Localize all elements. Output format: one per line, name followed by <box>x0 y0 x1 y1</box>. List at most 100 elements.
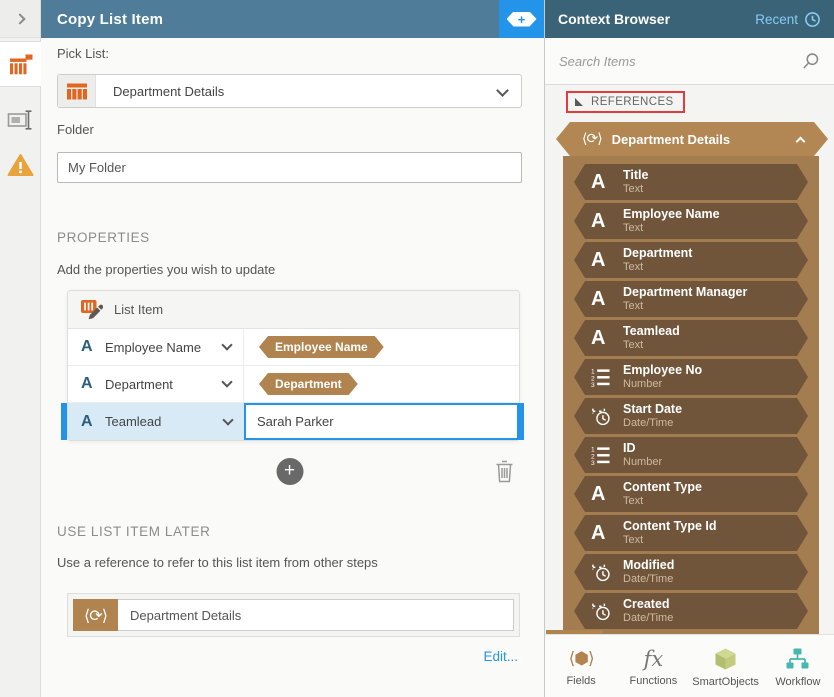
text-icon: A <box>81 338 95 356</box>
tab-label: Fields <box>566 675 595 687</box>
panel-title: Copy List Item <box>57 11 163 28</box>
reference-field-item[interactable]: Modified Date/Time <box>574 554 808 590</box>
field-type: Number <box>623 456 662 469</box>
text-icon: A <box>591 210 623 233</box>
sidebar-tab-warnings[interactable] <box>0 153 40 177</box>
property-selector[interactable]: A Department <box>68 366 244 402</box>
text-icon: A <box>591 249 623 272</box>
property-value-input[interactable] <box>244 403 519 440</box>
list-edit-icon <box>80 299 103 320</box>
property-row: A Employee Name Employee Name <box>68 329 519 366</box>
scrollbar-thumb[interactable] <box>546 630 603 634</box>
field-type: Date/Time <box>623 417 682 430</box>
text-icon: A <box>591 288 623 311</box>
search-input[interactable] <box>559 54 802 69</box>
pick-list-value: Department Details <box>96 84 498 99</box>
sidebar-tab-list-item-step[interactable] <box>0 41 41 87</box>
trash-icon <box>495 460 514 483</box>
field-name: Employee Name <box>623 207 720 221</box>
tab-functions[interactable]: fx Functions <box>617 635 689 697</box>
chevron-down-icon <box>222 414 233 425</box>
field-name: Department Manager <box>623 285 747 299</box>
reference-field-item[interactable]: A Department Manager Text <box>574 281 808 317</box>
warning-icon <box>7 153 34 177</box>
field-name: Modified <box>623 558 674 572</box>
workflow-icon <box>785 647 810 671</box>
reference-field-item[interactable]: A Teamlead Text <box>574 320 808 356</box>
collapse-panel-button[interactable] <box>0 0 40 38</box>
datetime-icon <box>591 406 623 427</box>
tab-workflow[interactable]: Workflow <box>762 635 834 697</box>
tab-smartobjects[interactable]: SmartObjects <box>690 635 762 697</box>
search-icon[interactable] <box>802 52 820 70</box>
references-section-toggle[interactable]: REFERENCES <box>566 91 685 113</box>
pick-list-dropdown[interactable]: Department Details <box>57 74 522 108</box>
context-browser-panel: Context Browser Recent REFERENCES <box>545 0 834 697</box>
reference-field-item[interactable]: A Title Text <box>574 164 808 200</box>
context-browser-tabs: ⟨⬢⟩ Fields fx Functions SmartObjects <box>545 634 834 697</box>
reference-group-header[interactable]: ⟨⟳⟩ Department Details <box>556 122 828 156</box>
panel-body: Pick List: Department Details <box>41 46 544 664</box>
reference-value-chip[interactable]: Employee Name <box>259 336 384 358</box>
svg-text:3: 3 <box>591 460 595 465</box>
table-actions: + <box>57 458 522 486</box>
tab-label: SmartObjects <box>692 676 759 688</box>
reference-field-item[interactable]: 123 ID Number <box>574 437 808 473</box>
field-type: Text <box>623 222 720 235</box>
field-name: Employee No <box>623 363 702 377</box>
smartobjects-icon <box>713 647 738 671</box>
reference-field-item[interactable]: A Department Text <box>574 242 808 278</box>
property-name: Teamlead <box>105 414 214 429</box>
field-type: Date/Time <box>623 612 673 625</box>
left-sidebar <box>0 0 41 697</box>
field-type: Text <box>623 495 702 508</box>
triangle-icon <box>575 98 583 106</box>
recent-button[interactable]: Recent <box>755 11 821 28</box>
reference-field-item[interactable]: A Content Type Id Text <box>574 515 808 551</box>
reference-field-item[interactable]: A Content Type Text <box>574 476 808 512</box>
property-name: Employee Name <box>105 340 213 355</box>
reference-field-item[interactable]: Start Date Date/Time <box>574 398 808 434</box>
reference-name-field[interactable]: Department Details <box>118 599 514 631</box>
text-icon: A <box>591 483 623 506</box>
table-icon <box>58 75 96 107</box>
plus-hexagon-icon: + <box>507 12 537 27</box>
reference-field-item[interactable]: Created Date/Time <box>574 593 808 629</box>
folder-input[interactable] <box>57 152 522 183</box>
datetime-icon <box>591 562 623 583</box>
chevron-down-icon <box>221 376 232 387</box>
reference-field-list: A Title Text A Employee Name Text A Depa… <box>563 156 819 634</box>
datetime-icon <box>591 601 623 622</box>
reference-field-item[interactable]: 123 Employee No Number <box>574 359 808 395</box>
field-name: Start Date <box>623 402 682 416</box>
reference-field-item[interactable]: A Employee Name Text <box>574 203 808 239</box>
reference-value-chip[interactable]: Department <box>259 373 358 395</box>
tab-fields[interactable]: ⟨⬢⟩ Fields <box>545 635 617 697</box>
add-reference-button[interactable]: + <box>499 0 544 38</box>
property-value-cell[interactable]: Employee Name <box>244 329 519 365</box>
recent-label: Recent <box>755 12 798 27</box>
property-value-cell[interactable]: Department <box>244 366 519 402</box>
text-icon: A <box>591 522 623 545</box>
svg-text:3: 3 <box>591 382 595 387</box>
context-browser-header: Context Browser Recent <box>545 0 834 38</box>
sidebar-tab-rename[interactable] <box>0 109 40 131</box>
edit-reference-link[interactable]: Edit... <box>57 649 522 664</box>
chevron-down-icon <box>498 82 507 100</box>
field-name: Content Type Id <box>623 519 717 533</box>
property-selector[interactable]: A Employee Name <box>68 329 244 365</box>
selection-cap <box>518 403 524 440</box>
add-property-button[interactable]: + <box>276 458 303 485</box>
field-type: Text <box>623 183 648 196</box>
folder-label: Folder <box>57 122 522 137</box>
property-row: A Department Department <box>68 366 519 403</box>
reference-icon: ⟨⟳⟩ <box>73 599 118 631</box>
reference-tree: ⟨⟳⟩ Department Details A Title Text A Em… <box>545 122 834 634</box>
app-window: Copy List Item + Pick List: <box>0 0 834 697</box>
tab-label: Functions <box>630 675 678 687</box>
delete-property-button[interactable] <box>495 460 514 488</box>
reference-icon: ⟨⟳⟩ <box>582 131 602 147</box>
number-icon: 123 <box>591 367 623 387</box>
field-name: Content Type <box>623 480 702 494</box>
property-selector[interactable]: A Teamlead <box>68 403 244 440</box>
